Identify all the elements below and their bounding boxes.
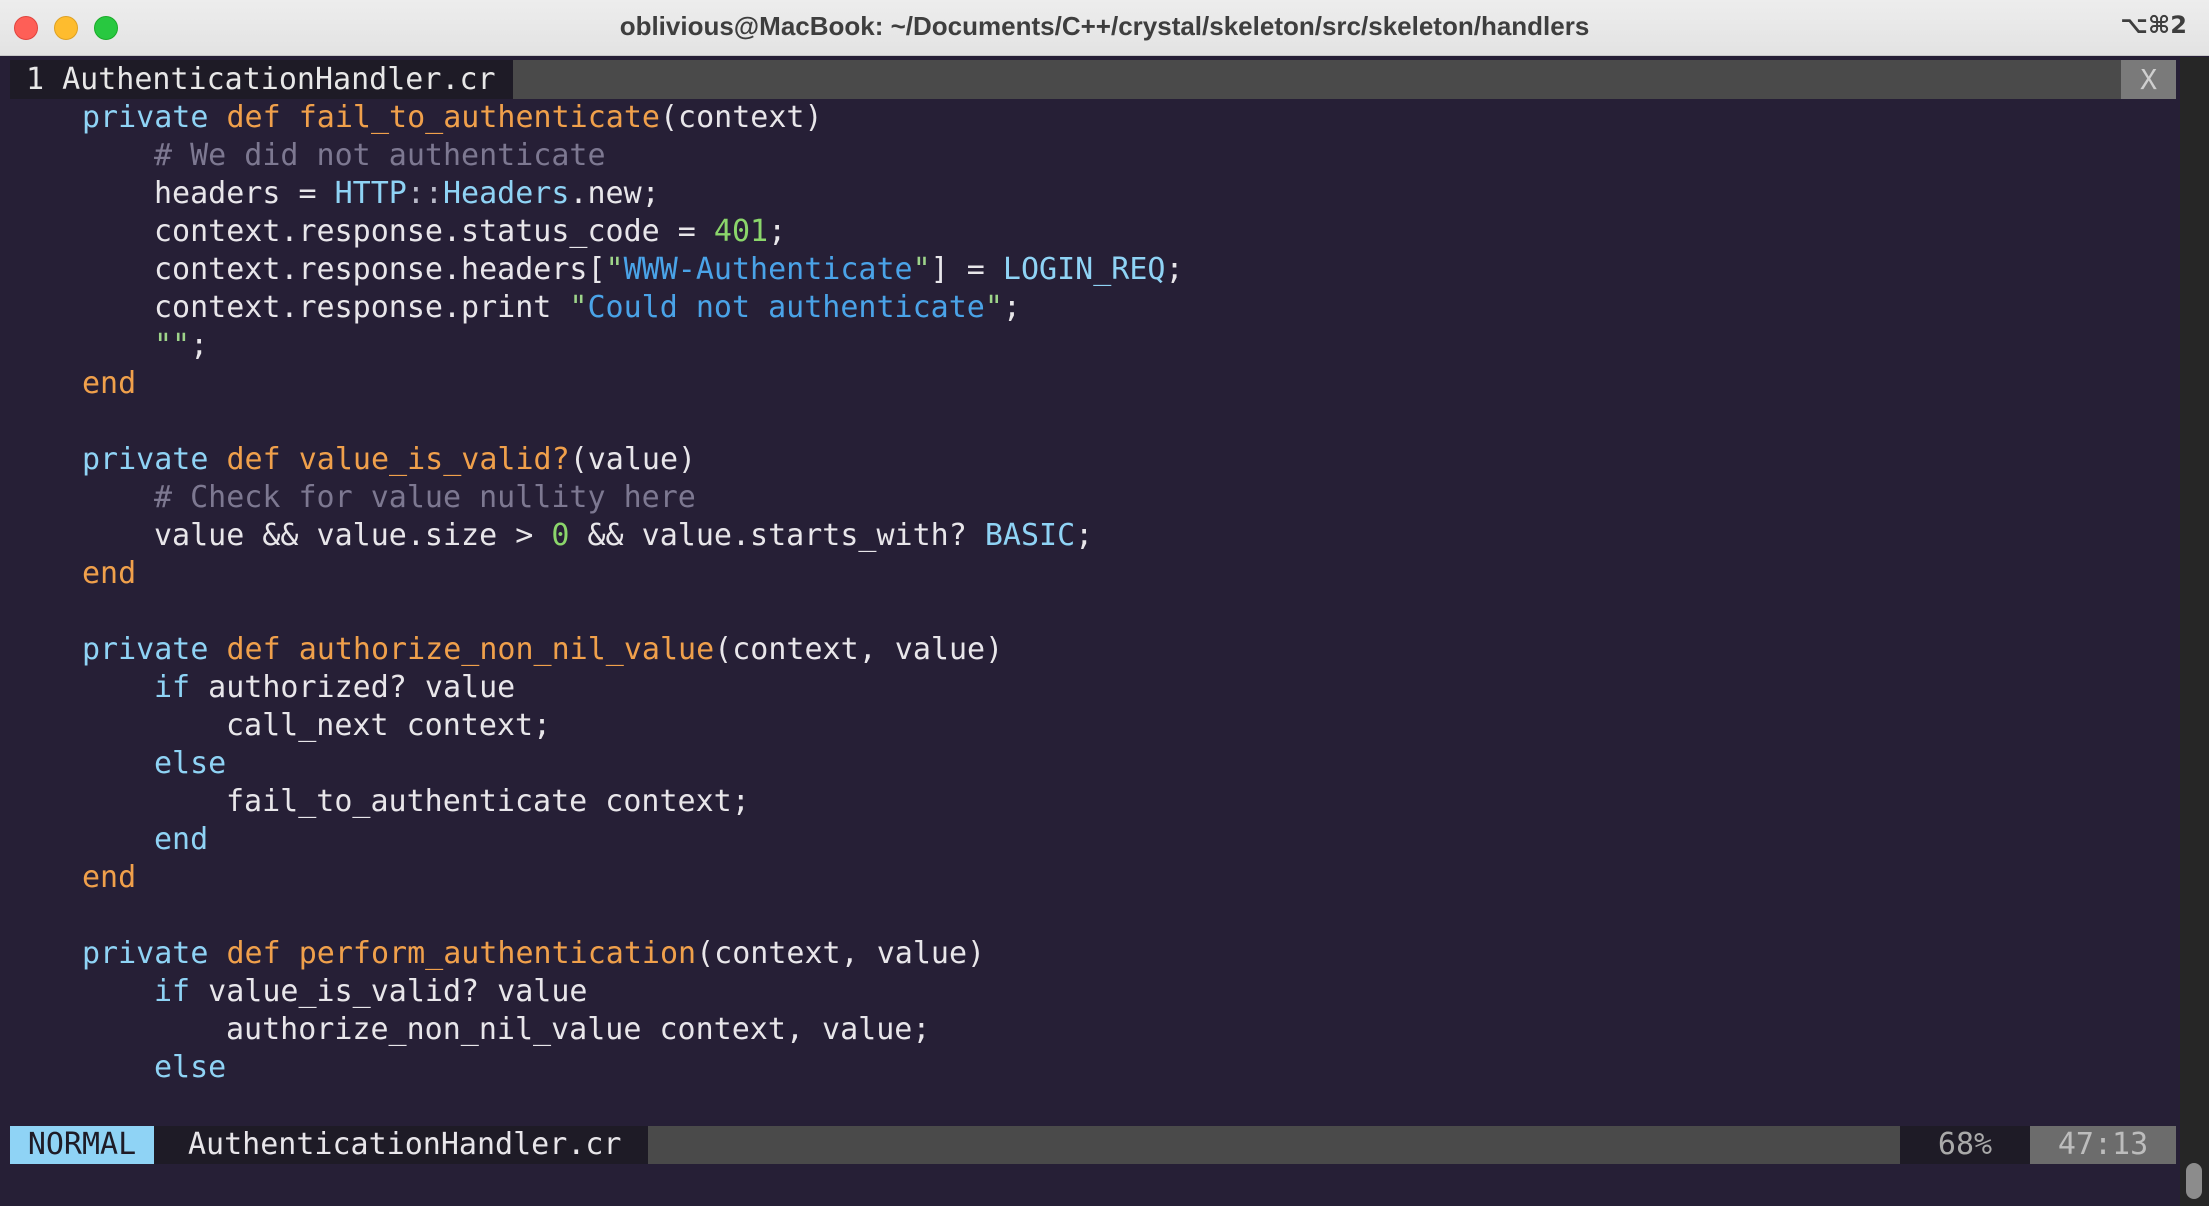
string-quote: " [912, 252, 931, 287]
terminal-window: oblivious@MacBook: ~/Documents/C++/cryst… [0, 0, 2209, 1206]
string-quote: " [569, 290, 588, 325]
string-quote: " [984, 290, 1003, 325]
code-text: ; [190, 328, 209, 363]
code-line: # We did not authenticate [154, 137, 606, 175]
code-text: (context) [659, 100, 823, 135]
number-literal: 401 [713, 214, 769, 249]
code-line: end [154, 821, 208, 859]
code-line: if authorized? value [154, 669, 515, 707]
code-line: # Check for value nullity here [154, 479, 696, 517]
keyword: private [82, 442, 209, 477]
code-text: ; [768, 214, 787, 249]
code-text: (context, value) [714, 632, 1004, 667]
keyword-end: end [154, 822, 209, 857]
vim-statusline: NORMAL AuthenticationHandler.cr 68% 47:1… [10, 1126, 2176, 1164]
code-line: context.response.print "Could not authen… [154, 289, 1021, 327]
code-comment: # We did not authenticate [154, 138, 606, 173]
cursor-position: 47:13 [2030, 1126, 2176, 1164]
keyword-def: def [226, 100, 281, 135]
code-text: .new; [569, 176, 660, 211]
code-text: ] = [930, 252, 1003, 287]
code-text: fail_to_authenticate context; [226, 784, 750, 819]
tab-close-button[interactable]: X [2121, 60, 2176, 99]
code-line: if value_is_valid? value [154, 973, 587, 1011]
code-text: ; [1002, 290, 1021, 325]
code-text: && value.starts_with? [569, 518, 985, 553]
code-line: private def value_is_valid?(value) [82, 441, 696, 479]
string-literal: WWW-Authenticate [623, 252, 913, 287]
code-text: context.response.status_code = [154, 214, 714, 249]
code-line: private def fail_to_authenticate(context… [82, 99, 823, 137]
code-line: headers = HTTP::Headers.new; [154, 175, 660, 213]
code-text: headers = [154, 176, 335, 211]
scroll-percent: 68% [1900, 1126, 2030, 1164]
keyword-end: end [82, 556, 137, 591]
scrollbar-thumb[interactable] [2186, 1163, 2202, 1199]
keyword-end: end [82, 366, 137, 401]
code-line: end [82, 859, 136, 897]
type-name: HTTP [334, 176, 407, 211]
tab-authentication-handler[interactable]: 1 AuthenticationHandler.cr [10, 60, 513, 99]
code-text: authorized? value [190, 670, 516, 705]
string-literal: Could not authenticate [587, 290, 985, 325]
keyword-if: if [154, 974, 191, 1009]
keyword: private [82, 936, 209, 971]
keyword: private [82, 632, 209, 667]
code-line: private def perform_authentication(conte… [82, 935, 985, 973]
code-text: ; [1165, 252, 1184, 287]
keyword-else: else [154, 1050, 227, 1085]
function-name: fail_to_authenticate [298, 100, 660, 135]
code-text: (value) [569, 442, 697, 477]
code-text: context.response.print [154, 290, 570, 325]
keyword: private [82, 100, 209, 135]
keyword-def: def [226, 442, 281, 477]
code-text: ; [1075, 518, 1094, 553]
code-text: value && value.size > [154, 518, 552, 553]
code-text: context.response.headers[ [154, 252, 606, 287]
keyword-end: end [82, 860, 137, 895]
code-line: private def authorize_non_nil_value(cont… [82, 631, 1003, 669]
type-name: Headers [443, 176, 570, 211]
code-line: context.response.status_code = 401; [154, 213, 786, 251]
code-line: else [154, 1049, 226, 1087]
code-line: end [82, 555, 136, 593]
code-operator: :: [406, 176, 443, 211]
code-comment: # Check for value nullity here [154, 480, 696, 515]
constant-name: LOGIN_REQ [1002, 252, 1166, 287]
keyword-if: if [154, 670, 191, 705]
status-filename: AuthenticationHandler.cr [154, 1126, 648, 1164]
code-text: call_next context; [226, 708, 552, 743]
code-line: ""; [154, 327, 208, 365]
string-literal: "" [154, 328, 191, 363]
code-line: authorize_non_nil_value context, value; [226, 1011, 930, 1049]
code-line: end [82, 365, 136, 403]
code-editor[interactable]: private def fail_to_authenticate(context… [10, 99, 2176, 1123]
function-name: perform_authentication [298, 936, 697, 971]
keyword-def: def [226, 632, 281, 667]
function-name: value_is_valid? [298, 442, 570, 477]
number-literal: 0 [551, 518, 570, 553]
function-name: authorize_non_nil_value [298, 632, 715, 667]
code-line: fail_to_authenticate context; [226, 783, 750, 821]
code-text: value_is_valid? value [190, 974, 588, 1009]
keyword-def: def [226, 936, 281, 971]
mode-indicator: NORMAL [10, 1126, 154, 1164]
keyword-else: else [154, 746, 227, 781]
code-line: context.response.headers["WWW-Authentica… [154, 251, 1184, 289]
window-shortcut: ⌥⌘2 [2120, 11, 2187, 39]
title-bar[interactable]: oblivious@MacBook: ~/Documents/C++/cryst… [0, 0, 2209, 56]
code-text: authorize_non_nil_value context, value; [226, 1012, 931, 1047]
window-title: oblivious@MacBook: ~/Documents/C++/cryst… [619, 11, 1590, 41]
constant-name: BASIC [984, 518, 1076, 553]
code-text: (context, value) [696, 936, 986, 971]
scrollbar[interactable] [2180, 57, 2209, 1206]
string-quote: " [605, 252, 624, 287]
code-line: call_next context; [226, 707, 551, 745]
code-line: value && value.size > 0 && value.starts_… [154, 517, 1093, 555]
code-line: else [154, 745, 226, 783]
vim-tabline: 1 AuthenticationHandler.cr X [10, 60, 2176, 99]
